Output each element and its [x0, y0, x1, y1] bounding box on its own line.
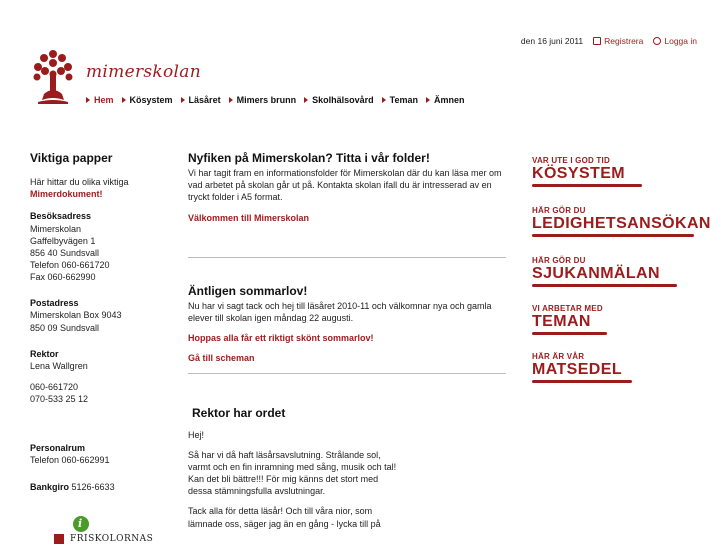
article-body: Nu har vi sagt tack och hej till läsåret… [188, 300, 492, 324]
article-body: Så har vi då haft läsårsavslutning. Strå… [188, 449, 397, 497]
article-body: Tack alla för detta läsår! Och till våra… [188, 506, 381, 529]
important-papers-title: Viktiga papper [30, 151, 113, 165]
mimerdokument-link[interactable]: Mimerdokument! [30, 189, 103, 199]
arrow-right-icon [228, 97, 233, 103]
banner-kosystem[interactable]: VAR UTE I GOD TID KÖSYSTEM [532, 156, 702, 187]
article-title: Rektor har ordet [192, 405, 286, 420]
article-folder: Nyfiken på Mimerskolan? Titta i vår fold… [188, 150, 506, 224]
login-link[interactable]: Logga in [653, 36, 697, 46]
nav-item-hem[interactable]: Hem [86, 95, 114, 105]
info-icon: i [73, 516, 89, 532]
nav-item-amnen[interactable]: Ämnen [425, 95, 464, 105]
register-icon [593, 37, 602, 45]
nav-item-lasaret[interactable]: Läsåret [180, 95, 221, 105]
login-icon [653, 37, 662, 45]
banner-ledighetsansokan[interactable]: HÄR GÖR DU LEDIGHETSANSÖKAN [532, 206, 710, 237]
article-greeting: Hej! [188, 429, 205, 440]
article-title: Nyfiken på Mimerskolan? Titta i vår fold… [188, 151, 430, 165]
welcome-link[interactable]: Välkommen till Mimerskolan [188, 212, 506, 224]
arrow-right-icon [121, 97, 126, 103]
brand-name[interactable]: mimerskolan [86, 62, 201, 82]
post-address: Postadress Mimerskolan Box 9043 850 09 S… [30, 298, 122, 333]
summer-link[interactable]: Hoppas alla får ett riktigt skönt sommar… [188, 332, 506, 344]
arrow-right-icon [381, 97, 386, 103]
friskolornas-logo[interactable]: i FRISKOLORNAS [40, 516, 170, 545]
logo-square-icon [54, 534, 64, 544]
article-title: Äntligen sommarlov! [188, 283, 308, 298]
brush-stroke [532, 233, 694, 237]
main-content: Nyfiken på Mimerskolan? Titta i vår fold… [188, 150, 506, 530]
nav-item-kosystem[interactable]: Kösystem [121, 95, 173, 105]
left-sidebar: Viktiga papper Här hittar du olika vikti… [30, 150, 170, 493]
arrow-right-icon [180, 97, 185, 103]
banner-matsedel[interactable]: HÄR ÄR VÅR MATSEDEL [532, 352, 702, 383]
arrow-right-icon [86, 97, 90, 103]
important-papers-text: Här hittar du olika viktiga Mimerdokumen… [30, 177, 129, 200]
brush-stroke [532, 283, 677, 287]
arrow-right-icon [425, 97, 430, 103]
brush-stroke [532, 183, 642, 187]
nav-item-teman[interactable]: Teman [381, 95, 418, 105]
banner-teman[interactable]: VI ARBETAR MED TEMAN [532, 304, 702, 335]
nav-item-mimers-brunn[interactable]: Mimers brunn [228, 95, 296, 105]
register-link[interactable]: Registrera [593, 36, 643, 46]
current-date: den 16 juni 2011 [520, 36, 584, 46]
article-rektor: Rektor har ordet Hej! Så har vi då haft … [188, 405, 506, 530]
separator [188, 372, 506, 374]
banner-sjukanmalan[interactable]: HÄR GÖR DU SJUKANMÄLAN [532, 256, 702, 287]
brush-stroke [532, 379, 632, 383]
nav-item-skolhalsovard[interactable]: Skolhälsovård [304, 95, 374, 105]
schedule-link[interactable]: Gå till scheman [188, 352, 506, 364]
personal-info: Personalrum Telefon 060-662991 [30, 443, 110, 466]
arrow-right-icon [304, 97, 309, 103]
visit-address: Besöksadress Mimerskolan Gaffelbyvägen 1… [30, 211, 110, 283]
top-bar: den 16 juni 2011 Registrera Logga in [521, 36, 697, 46]
article-body: Vi har tagit fram en informationsfolder … [188, 168, 502, 203]
main-nav: Hem Kösystem Läsåret Mimers brunn Skolhä… [86, 95, 464, 105]
rektor-info: Rektor Lena Wallgren 060-661720 070-533 … [30, 348, 89, 405]
tree-logo-icon[interactable] [30, 46, 76, 108]
bankgiro-info: Bankgiro 5126-6633 [30, 481, 115, 492]
article-summer: Äntligen sommarlov! Nu har vi sagt tack … [188, 283, 506, 365]
separator [188, 256, 506, 258]
brush-stroke [532, 331, 607, 335]
